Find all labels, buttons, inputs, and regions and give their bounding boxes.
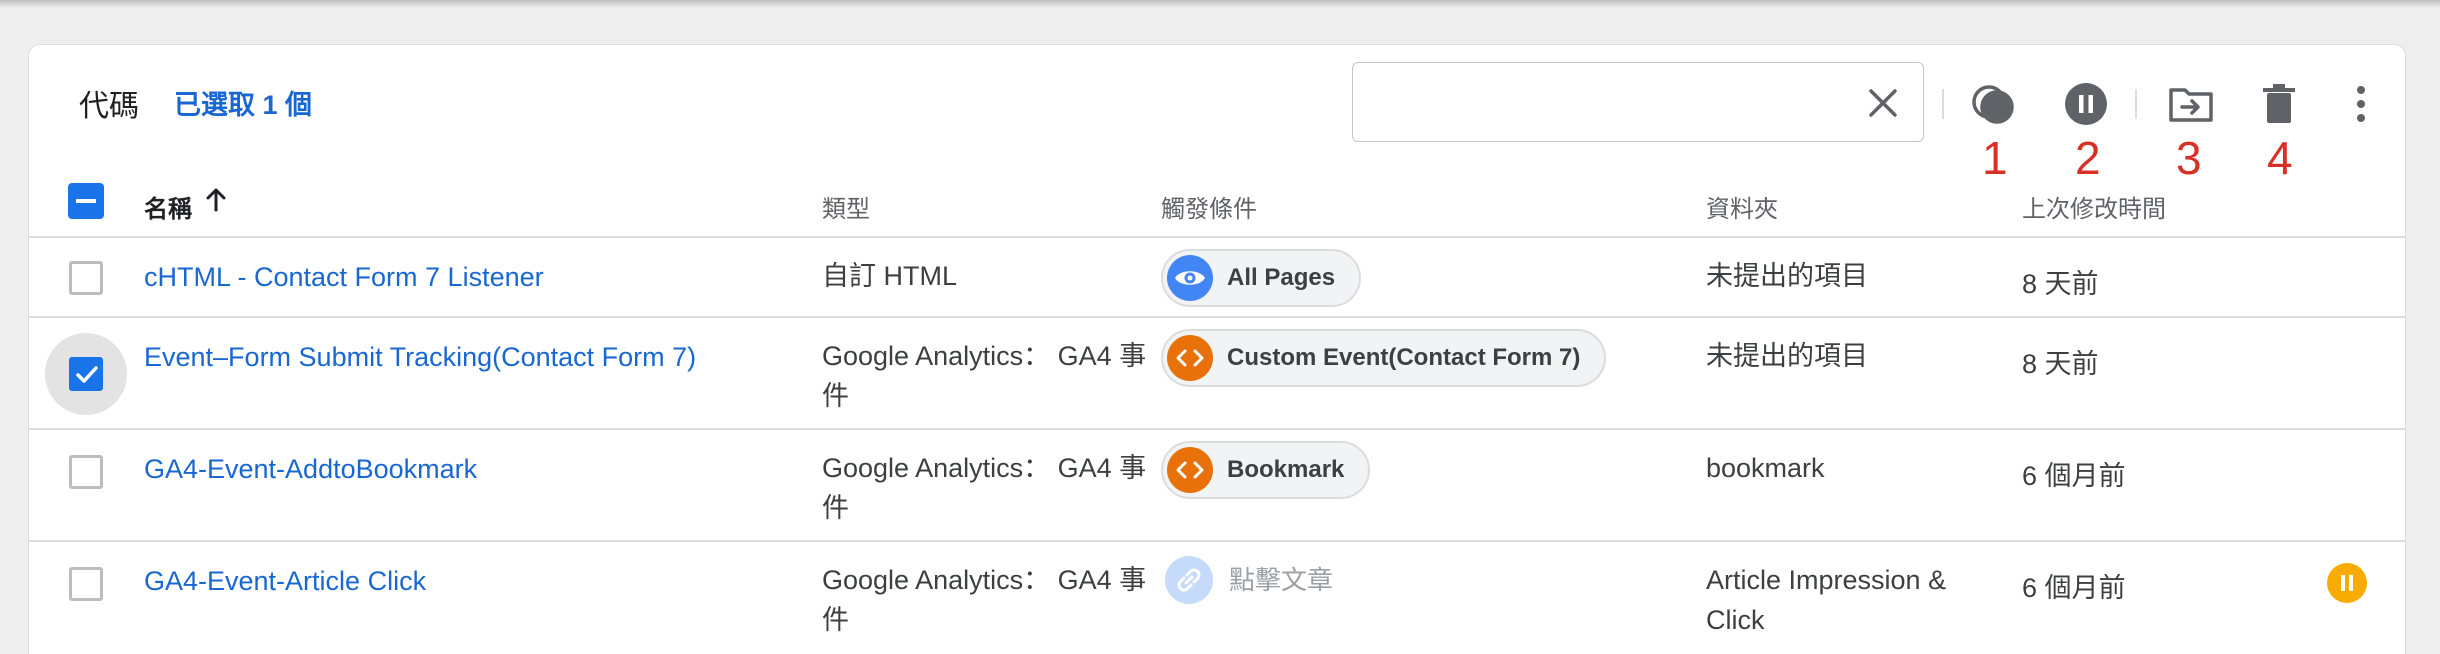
table-row[interactable]: cHTML - Contact Form 7 Listener 自訂 HTML …: [29, 238, 2405, 318]
move-to-folder-icon[interactable]: [2165, 78, 2217, 130]
row-checkbox[interactable]: [69, 261, 103, 295]
tag-name-link[interactable]: GA4-Event-AddtoBookmark: [144, 454, 477, 485]
column-header-type[interactable]: 類型: [822, 189, 870, 224]
merge-icon[interactable]: [1967, 78, 2019, 130]
table-row[interactable]: GA4-Event-AddtoBookmark Google Analytics…: [29, 430, 2405, 542]
toolbar-divider: [1942, 89, 1944, 119]
last-modified: 6 個月前: [2022, 573, 2126, 603]
close-icon[interactable]: [1865, 85, 1901, 121]
tag-name-link[interactable]: GA4-Event-Article Click: [144, 566, 426, 597]
code-icon: [1167, 335, 1213, 381]
last-modified: 8 天前: [2022, 269, 2099, 299]
table-row[interactable]: GA4-Event-Article Click Google Analytics…: [29, 542, 2405, 654]
check-icon: [76, 366, 98, 383]
search-input[interactable]: [1369, 75, 1839, 129]
row-checkbox[interactable]: [69, 455, 103, 489]
table-header: 名稱 類型 觸發條件 資料夾 上次修改時間: [29, 165, 2405, 238]
tag-type: Google Analytics： GA4 事件: [822, 453, 1147, 523]
column-header-modified[interactable]: 上次修改時間: [2022, 189, 2166, 224]
top-bar-shadow: [0, 0, 2440, 8]
select-all-checkbox[interactable]: [68, 183, 104, 219]
delete-icon[interactable]: [2253, 78, 2305, 130]
folder-name: bookmark: [1706, 453, 1825, 483]
selected-count: 已選取 1 個: [174, 90, 313, 120]
row-checkbox[interactable]: [69, 567, 103, 601]
last-modified: 6 個月前: [2022, 461, 2126, 491]
trigger-label: 點擊文章: [1229, 565, 1334, 595]
paused-status-icon: [2327, 563, 2367, 603]
row-checkbox[interactable]: [69, 357, 103, 391]
tags-card: 代碼 已選取 1 個 1 2 3 4 名稱 類型 觸發條件 資料夾 上次修改時間…: [28, 44, 2406, 654]
column-header-trigger[interactable]: 觸發條件: [1161, 189, 1257, 224]
tag-name-link[interactable]: Event–Form Submit Tracking(Contact Form …: [144, 342, 696, 373]
tag-type: Google Analytics： GA4 事件: [822, 565, 1147, 635]
card-header: 代碼 已選取 1 個 1 2 3 4: [29, 45, 2405, 184]
eye-icon: [1167, 255, 1213, 301]
tag-type: Google Analytics： GA4 事件: [822, 341, 1147, 411]
trigger-chip[interactable]: 點擊文章: [1165, 555, 1333, 605]
folder-name: 未提出的項目: [1706, 341, 1868, 371]
trigger-label: Bookmark: [1227, 456, 1345, 483]
link-icon: [1165, 556, 1213, 604]
arrow-up-icon[interactable]: [201, 185, 231, 215]
tag-type: 自訂 HTML: [822, 261, 957, 291]
page-title: 代碼: [79, 90, 139, 123]
trigger-chip[interactable]: All Pages: [1161, 249, 1362, 307]
table-row[interactable]: Event–Form Submit Tracking(Contact Form …: [29, 318, 2405, 430]
column-header-name[interactable]: 名稱: [144, 189, 192, 224]
column-header-folder[interactable]: 資料夾: [1706, 189, 1778, 224]
folder-name: Article Impression & Click: [1706, 565, 1947, 635]
folder-name: 未提出的項目: [1706, 261, 1868, 291]
pause-icon[interactable]: [2060, 78, 2112, 130]
trigger-label: Custom Event(Contact Form 7): [1227, 344, 1581, 371]
code-icon: [1167, 447, 1213, 493]
last-modified: 8 天前: [2022, 349, 2099, 379]
search-box[interactable]: [1352, 62, 1924, 142]
trigger-label: All Pages: [1227, 264, 1336, 291]
more-vert-icon[interactable]: [2335, 78, 2387, 130]
tag-name-link[interactable]: cHTML - Contact Form 7 Listener: [144, 262, 544, 293]
toolbar-divider: [2135, 89, 2137, 119]
trigger-chip[interactable]: Custom Event(Contact Form 7): [1161, 329, 1607, 387]
trigger-chip[interactable]: Bookmark: [1161, 441, 1371, 499]
